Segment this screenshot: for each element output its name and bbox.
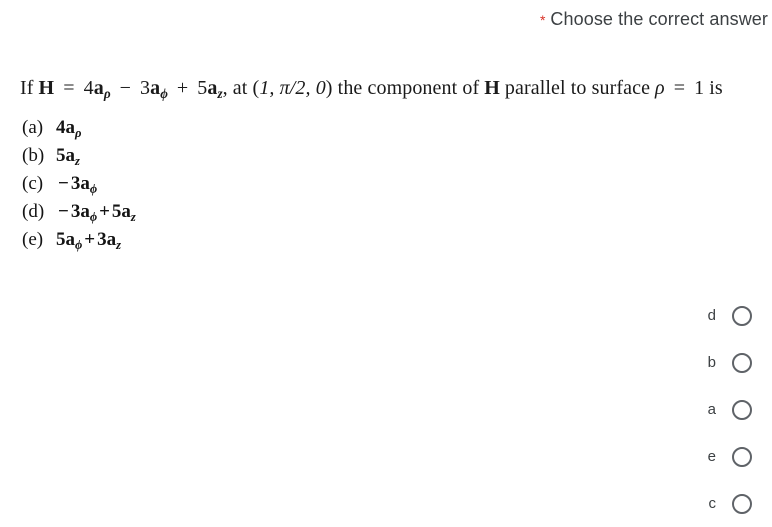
stem-at-text: , at ( bbox=[222, 77, 260, 99]
stem-plus-operator: + bbox=[176, 77, 189, 99]
option-unit-vector: a bbox=[65, 117, 76, 138]
option-unit-vector: a bbox=[80, 173, 90, 194]
stem-term3-unit-vector: a bbox=[207, 77, 218, 99]
option-coefficient: 3 bbox=[97, 229, 107, 250]
option-letter: (b) bbox=[22, 145, 45, 166]
stem-term1-unit-vector: a bbox=[93, 77, 104, 99]
option-subscript: z bbox=[116, 237, 121, 252]
option-letter: (a) bbox=[22, 117, 44, 138]
answer-radio-group: d b a e c bbox=[640, 292, 760, 527]
option-letter: (d) bbox=[22, 201, 45, 222]
stem-prefix: If bbox=[20, 77, 34, 99]
question-option-d: (d) −3aϕ +5az bbox=[22, 198, 422, 226]
stem-is-text: is bbox=[709, 77, 723, 99]
stem-point-coordinates: 1, π/2, 0 bbox=[259, 77, 326, 99]
answer-option-a[interactable]: a bbox=[640, 386, 760, 433]
answer-option-label: d bbox=[707, 307, 716, 324]
option-subscript: z bbox=[75, 153, 80, 168]
answer-option-label: e bbox=[707, 448, 716, 465]
option-unit-vector: a bbox=[121, 201, 131, 222]
option-expression: 4aρ bbox=[56, 117, 82, 140]
stem-surface-value: 1 bbox=[694, 77, 705, 99]
option-unit-vector: a bbox=[80, 201, 90, 222]
question-option-b: (b) 5az bbox=[22, 142, 422, 170]
option-expression: −3aϕ bbox=[56, 173, 98, 196]
option-sign: − bbox=[58, 173, 69, 194]
option-subscript: ϕ bbox=[89, 209, 98, 224]
option-expression: 5aϕ +3az bbox=[56, 229, 121, 252]
radio-button-c[interactable] bbox=[732, 493, 752, 514]
stem-vector-h: H bbox=[38, 77, 55, 99]
answer-option-label: c bbox=[708, 495, 717, 512]
question-option-e: (e) 5aϕ +3az bbox=[22, 226, 422, 254]
stem-term2-unit-vector: a bbox=[150, 77, 161, 99]
option-sign: + bbox=[84, 229, 96, 250]
option-expression: 5az bbox=[56, 145, 80, 168]
option-expression: −3aϕ +5az bbox=[56, 201, 136, 224]
stem-vector-h-2: H bbox=[484, 77, 500, 99]
question-option-c: (c) −3aϕ bbox=[22, 170, 422, 198]
option-letter: (e) bbox=[22, 229, 44, 250]
stem-term2-coefficient: 3 bbox=[140, 77, 151, 99]
option-letter: (c) bbox=[22, 173, 44, 194]
option-coefficient: 5 bbox=[56, 145, 66, 166]
option-coefficient: 3 bbox=[70, 201, 81, 222]
required-asterisk-icon: * bbox=[539, 12, 546, 28]
stem-term1-coefficient: 4 bbox=[83, 77, 94, 99]
answer-option-label: b bbox=[707, 354, 716, 371]
stem-tail-text: parallel to surface bbox=[504, 77, 651, 99]
radio-button-b[interactable] bbox=[732, 352, 752, 373]
option-coefficient: 5 bbox=[56, 229, 66, 250]
answer-option-e[interactable]: e bbox=[640, 433, 760, 480]
radio-button-d[interactable] bbox=[732, 305, 752, 326]
stem-equals: = bbox=[63, 77, 75, 99]
question-option-a: (a) 4aρ bbox=[22, 114, 422, 142]
question-stem: If H = 4aρ −3aϕ +5az, at (1, π/2, 0) the comp… bbox=[20, 78, 768, 100]
question-header: * Choose the correct answer bbox=[540, 9, 768, 30]
radio-button-a[interactable] bbox=[732, 399, 752, 420]
stem-equals-2: = bbox=[673, 77, 686, 99]
option-unit-vector: a bbox=[65, 229, 76, 250]
question-options-list: (a) 4aρ (b) 5az (c) −3aϕ (d) −3aϕ +5az (e) 5aϕ +3az bbox=[22, 114, 422, 254]
option-subscript: z bbox=[130, 209, 136, 224]
answer-option-b[interactable]: b bbox=[640, 339, 760, 386]
stem-mid-text: ) the component of bbox=[325, 77, 480, 99]
option-coefficient: 4 bbox=[56, 117, 66, 138]
stem-rho-symbol: ρ bbox=[655, 77, 665, 99]
radio-button-e[interactable] bbox=[732, 446, 752, 467]
stem-term2-subscript: ϕ bbox=[160, 85, 168, 101]
stem-minus-operator: − bbox=[119, 77, 131, 99]
answer-option-c[interactable]: c bbox=[640, 480, 760, 527]
option-subscript: ρ bbox=[75, 125, 82, 140]
option-sign: − bbox=[58, 201, 69, 222]
page-title: Choose the correct answer bbox=[550, 9, 768, 29]
stem-term3-coefficient: 5 bbox=[197, 77, 208, 99]
answer-option-label: a bbox=[707, 401, 716, 418]
answer-option-d[interactable]: d bbox=[640, 292, 760, 339]
option-sign: + bbox=[99, 201, 110, 222]
option-unit-vector: a bbox=[106, 229, 117, 250]
option-subscript: ϕ bbox=[89, 181, 98, 196]
stem-term1-subscript: ρ bbox=[103, 85, 111, 101]
option-coefficient: 5 bbox=[111, 201, 122, 222]
option-unit-vector: a bbox=[65, 145, 76, 166]
option-coefficient: 3 bbox=[70, 173, 81, 194]
